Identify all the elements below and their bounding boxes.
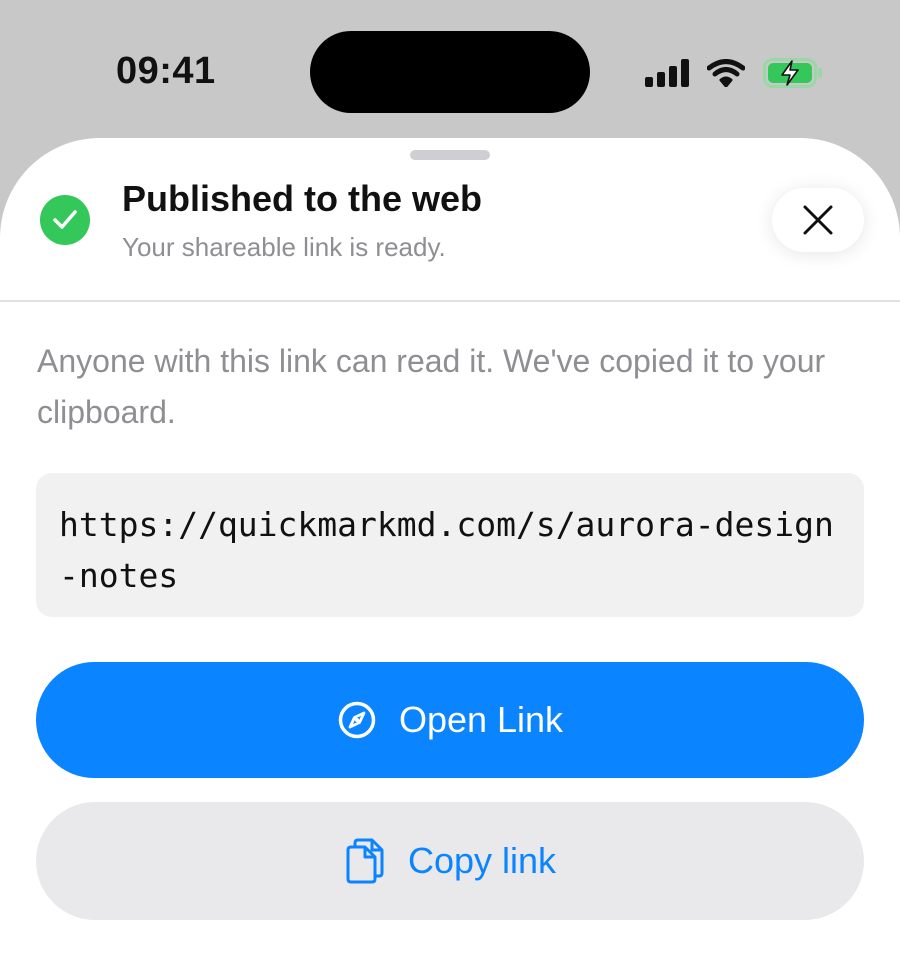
checkmark-circle-icon [40, 195, 90, 245]
cellular-signal-icon [645, 59, 689, 87]
share-description: Anyone with this link can read it. We've… [37, 343, 826, 430]
compass-icon [337, 700, 377, 740]
sheet-title: Published to the web [122, 178, 483, 219]
sheet-subtitle: Your shareable link is ready. [122, 232, 446, 262]
share-url[interactable]: https://quickmarkmd.com/s/aurora-design-… [59, 499, 844, 601]
wifi-icon [707, 59, 745, 87]
close-button[interactable] [772, 188, 864, 252]
copy-icon [344, 837, 386, 885]
status-time: 09:41 [116, 50, 216, 92]
copy-link-button[interactable]: Copy link [36, 802, 864, 920]
open-link-label: Open Link [398, 699, 564, 740]
url-box[interactable]: https://quickmarkmd.com/s/aurora-design-… [36, 473, 864, 617]
share-sheet: Published to the web Your shareable link… [0, 138, 900, 970]
close-icon [802, 204, 834, 236]
status-bar: 09:41 [0, 0, 900, 140]
screen: 09:41 Published to the web Your shareabl… [0, 0, 900, 970]
status-icons [645, 55, 823, 91]
copy-link-label: Copy link [407, 840, 557, 881]
sheet-grabber[interactable] [410, 150, 490, 160]
open-link-button[interactable]: Open Link [36, 662, 864, 778]
dynamic-island [310, 31, 590, 113]
header-divider [0, 300, 900, 302]
battery-charging-icon [763, 58, 823, 88]
